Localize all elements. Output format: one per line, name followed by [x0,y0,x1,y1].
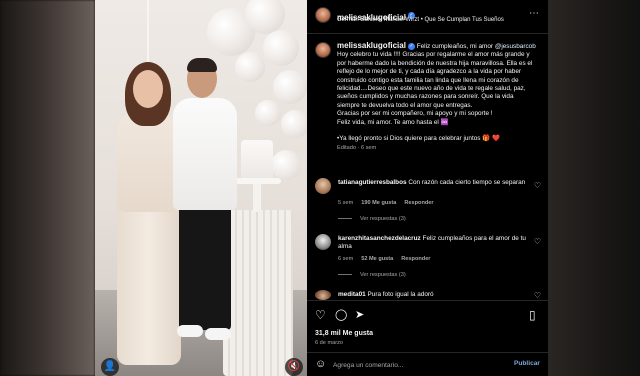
audio-track-label[interactable]: Germán Barceló, Manuel Wirzt • Que Se Cu… [337,17,504,23]
comment-item: karenzhitasanchezdelacruz Feliz cumpleañ… [315,234,543,284]
comment-composer: ☺ Publicar [307,352,548,376]
comment-reply-button[interactable]: Responder [401,256,430,262]
commenter-username[interactable]: medita01 [338,291,366,298]
man-shirt [173,98,237,210]
woman-pants [117,205,181,365]
commenter-avatar[interactable] [315,178,331,194]
balloon [245,0,285,34]
tagged-people-icon[interactable]: 👤 [101,358,119,376]
comment-item: medita01 Pura foto igual la adoró ♡ [315,290,543,300]
verified-badge-icon: ✓ [407,42,415,50]
balloon [281,110,307,138]
comment-likes[interactable]: 190 Me gusta [361,200,396,206]
commenter-username[interactable]: tatianagutierresbalbos [338,179,407,186]
balloon [263,30,299,66]
man-shoe [177,325,203,337]
author-avatar[interactable] [315,7,331,23]
comment-item: tatianagutierresbalbos Con razón cada ci… [315,178,543,228]
post-date: 6 de marzo [315,340,343,346]
comment-icon[interactable]: ◯ [335,308,347,322]
view-replies-label: Ver respuestas (3) [360,272,406,278]
save-bookmark-icon[interactable]: ▯ [529,308,536,322]
share-icon[interactable]: ➤ [355,308,364,322]
man-shoe [205,328,231,340]
balloon [235,52,265,82]
post-side-panel: melissaklugoficial ✓ Germán Barceló, Manu… [307,0,548,376]
cake-stand-stem [253,184,261,212]
caption-meta: Editado · 6 sem [337,144,377,151]
post-caption: melissaklugoficial ✓ Feliz cumpleaños, mi… [337,41,537,152]
comment-time: 6 sem [338,256,354,262]
comment-reply-button[interactable]: Responder [404,200,433,206]
man-pants [179,205,231,330]
comment-meta: 5 sem 190 Me gusta Responder [338,200,442,206]
comment-like-heart-icon[interactable]: ♡ [534,291,541,300]
balloon [255,100,281,126]
caption-author-avatar[interactable] [315,42,331,58]
woman-top [117,112,177,212]
publish-button[interactable]: Publicar [514,360,540,367]
post-actions-bar: ♡ ◯ ➤ ▯ 31,8 mil Me gusta 6 de marzo [307,300,548,346]
audio-mute-icon[interactable]: 🔇 [285,358,303,376]
comment-likes[interactable]: 52 Me gusta [361,256,393,262]
blurred-background-right [548,0,640,376]
man-hair [187,58,217,72]
post-header: melissaklugoficial ✓ Germán Barceló, Manu… [307,0,548,34]
comment-like-heart-icon[interactable]: ♡ [534,237,541,246]
view-replies-label: Ver respuestas (3) [360,216,406,222]
caption-intro: Feliz cumpleaños, mi amor [416,43,495,50]
cake [241,140,273,180]
caption-mention-link[interactable]: @jesusbarcob [495,43,536,50]
comment-input[interactable] [333,359,483,371]
likes-count[interactable]: 31,8 mil Me gusta [315,330,373,337]
cake-pedestal [223,210,293,376]
caption-body: Hoy celebro tu vida !!!! Gracias por reg… [337,51,533,143]
caption-username[interactable]: melissaklugoficial [337,41,406,50]
replies-divider [338,274,352,276]
comment-text: tatianagutierresbalbos Con razón cada ci… [338,179,526,187]
comment-time: 5 sem [338,200,354,206]
commenter-avatar[interactable] [315,290,331,300]
comment-text: karenzhitasanchezdelacruz Feliz cumpleañ… [338,235,526,252]
comment-like-heart-icon[interactable]: ♡ [534,181,541,190]
more-options-icon[interactable]: ⋯ [529,8,540,19]
commenter-username[interactable]: karenzhitasanchezdelacruz [338,235,421,242]
balloon [273,70,307,104]
post-photo[interactable]: 👤 🔇 [95,0,307,376]
view-replies-button[interactable]: Ver respuestas (3) [338,216,406,222]
balloon [271,150,301,180]
comment-meta: 6 sem 52 Me gusta Responder [338,256,438,262]
instagram-post-viewer: 👤 🔇 melissaklugoficial ✓ Germán Barceló, … [0,0,640,376]
comment-body: Con razón cada cierto tiempo se separan [408,179,526,186]
emoji-picker-icon[interactable]: ☺ [315,358,326,370]
commenter-avatar[interactable] [315,234,331,250]
blurred-background-left [0,0,95,376]
woman-face [133,70,163,108]
comment-body: Pura foto igual la adoró [367,291,434,298]
replies-divider [338,218,352,220]
view-replies-button[interactable]: Ver respuestas (3) [338,272,406,278]
like-icon[interactable]: ♡ [315,308,326,322]
comment-text: medita01 Pura foto igual la adoró [338,291,526,299]
